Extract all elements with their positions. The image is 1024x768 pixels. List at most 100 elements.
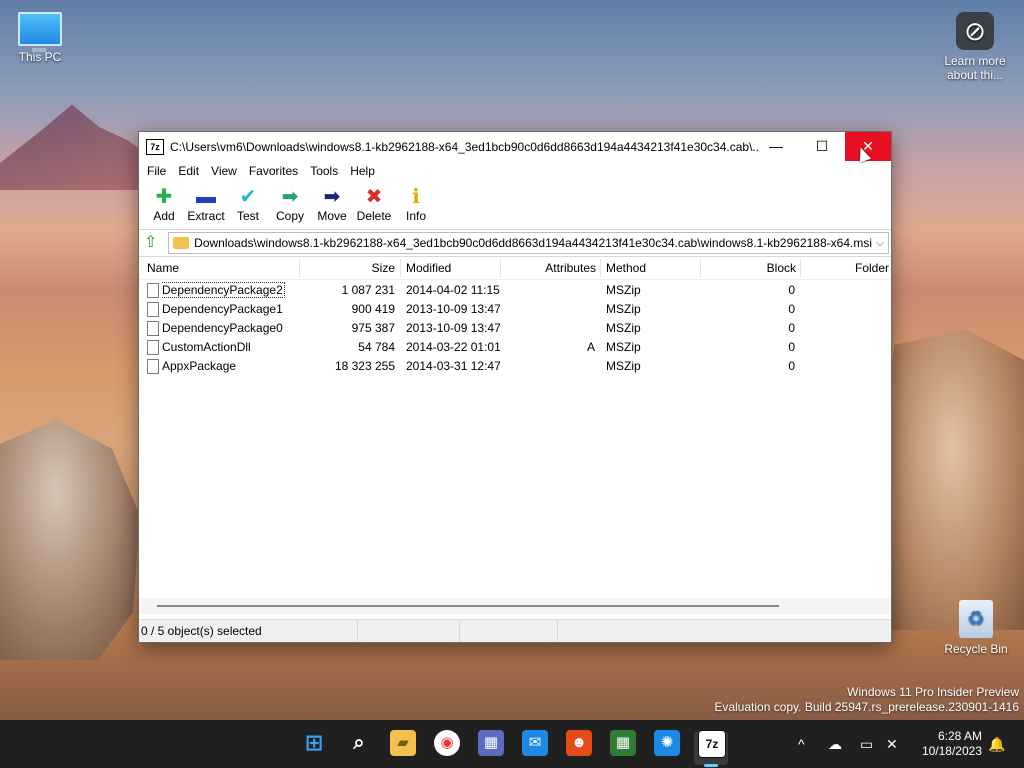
- menu-tools[interactable]: Tools: [304, 164, 344, 178]
- file-method: MSZip: [606, 359, 641, 373]
- horizontal-scrollbar[interactable]: [139, 598, 891, 614]
- desktop-icon-label: Learn more about thi...: [944, 54, 1006, 82]
- file-modified: 2013-10-09 13:47: [406, 321, 500, 335]
- toolbar: ✚ Add ▬ Extract ✔ Test ➡ Copy ➡ Move ✖ D…: [139, 181, 891, 230]
- address-bar[interactable]: C:\Users\vm6\Downloads\windows8.1-kb2962…: [168, 232, 889, 254]
- onedrive-cloud-icon[interactable]: ☁: [828, 720, 842, 768]
- start-button[interactable]: ⊞: [301, 730, 327, 756]
- taskbar-clock[interactable]: 6:28 AM 10/18/2023: [912, 729, 982, 759]
- file-icon: [147, 340, 159, 355]
- column-header-name[interactable]: Name: [147, 257, 297, 279]
- file-block: 0: [788, 359, 795, 373]
- file-name: DependencyPackage0: [162, 321, 283, 335]
- column-header-folder[interactable]: Folder: [807, 257, 889, 279]
- copy-arrow-icon: ➡: [281, 186, 299, 208]
- desktop-icon-label: This PC: [18, 50, 62, 64]
- active-app-indicator: [704, 764, 718, 767]
- column-header-method[interactable]: Method: [606, 257, 700, 279]
- info-button[interactable]: ℹ Info: [395, 181, 437, 229]
- weather-app-icon[interactable]: ✺: [654, 730, 680, 756]
- chrome-icon[interactable]: ◉: [434, 730, 460, 756]
- network-icon[interactable]: ▭: [860, 720, 873, 768]
- minimize-button[interactable]: —: [753, 132, 799, 161]
- info-icon: ℹ: [412, 186, 420, 208]
- file-modified: 2013-10-09 13:47: [406, 302, 500, 316]
- window-title: C:\Users\vm6\Downloads\windows8.1-kb2962…: [170, 139, 760, 154]
- address-row: ⇧ C:\Users\vm6\Downloads\windows8.1-kb29…: [139, 230, 891, 257]
- move-button[interactable]: ➡ Move: [311, 181, 353, 229]
- column-separator[interactable]: [700, 259, 701, 277]
- file-name: DependencyPackage2: [161, 282, 285, 298]
- column-header-modified[interactable]: Modified: [406, 257, 500, 279]
- windows-watermark: Windows 11 Pro Insider Preview Evaluatio…: [714, 685, 1019, 715]
- test-button[interactable]: ✔ Test: [227, 181, 269, 229]
- delete-x-icon: ✖: [365, 186, 383, 208]
- table-row[interactable]: AppxPackage 18 323 255 2014-03-31 12:47 …: [139, 357, 891, 376]
- desktop-icon-this-pc[interactable]: This PC: [0, 12, 80, 64]
- desktop-icon-label: Recycle Bin: [944, 642, 1008, 656]
- table-row[interactable]: DependencyPackage1 900 419 2013-10-09 13…: [139, 300, 891, 319]
- column-separator[interactable]: [400, 259, 401, 277]
- file-name: DependencyPackage1: [162, 302, 283, 316]
- file-name: AppxPackage: [162, 359, 237, 373]
- column-separator[interactable]: [500, 259, 501, 277]
- column-separator[interactable]: [800, 259, 801, 277]
- column-separator[interactable]: [600, 259, 601, 277]
- search-icon[interactable]: ⌕: [346, 730, 372, 756]
- desktop-icon-learn-more[interactable]: ⊘ Learn more about thi...: [936, 12, 1014, 82]
- column-header-size[interactable]: Size: [301, 257, 395, 279]
- menu-help[interactable]: Help: [344, 164, 381, 178]
- table-row[interactable]: DependencyPackage0 975 387 2013-10-09 13…: [139, 319, 891, 338]
- file-explorer-icon[interactable]: ▰: [390, 730, 416, 756]
- tray-chevron-up-icon[interactable]: ^: [798, 720, 805, 768]
- extract-button[interactable]: ▬ Extract: [185, 181, 227, 229]
- file-modified: 2014-04-02 11:15: [406, 283, 500, 297]
- add-button-label: Add: [153, 209, 175, 223]
- menu-file[interactable]: File: [141, 164, 172, 178]
- move-button-label: Move: [317, 209, 347, 223]
- table-row[interactable]: CustomActionDll 54 784 2014-03-22 01:01 …: [139, 338, 891, 357]
- address-text[interactable]: C:\Users\vm6\Downloads\windows8.1-kb2962…: [195, 236, 872, 250]
- file-method: MSZip: [606, 340, 641, 354]
- maximize-button[interactable]: ☐: [799, 132, 845, 161]
- delete-button[interactable]: ✖ Delete: [353, 181, 395, 229]
- calculator-app-icon[interactable]: ▦: [610, 730, 636, 756]
- info-button-label: Info: [405, 209, 426, 223]
- add-button[interactable]: ✚ Add: [143, 181, 185, 229]
- file-size: 54 784: [358, 340, 395, 354]
- column-header-block[interactable]: Block: [702, 257, 796, 279]
- column-header-row: Name Size Modified Attributes Method Blo…: [139, 257, 891, 280]
- file-block: 0: [788, 283, 795, 297]
- copy-button[interactable]: ➡ Copy: [269, 181, 311, 229]
- menu-edit[interactable]: Edit: [172, 164, 205, 178]
- watermark-line1: Windows 11 Pro Insider Preview: [847, 685, 1019, 699]
- mail-app-icon[interactable]: ✉: [522, 730, 548, 756]
- notification-bell-icon[interactable]: 🔔: [988, 720, 1005, 768]
- column-header-attributes[interactable]: Attributes: [502, 257, 596, 279]
- table-row[interactable]: DependencyPackage2 1 087 231 2014-04-02 …: [139, 281, 891, 300]
- 7zip-taskbar-icon[interactable]: 7z: [698, 730, 726, 758]
- up-folder-icon[interactable]: ⇧: [144, 235, 160, 251]
- minus-icon: ▬: [196, 186, 216, 208]
- folder-icon: [173, 237, 189, 249]
- scrollbar-thumb[interactable]: [157, 605, 779, 607]
- status-selection-text: 0 / 5 object(s) selected: [139, 620, 358, 642]
- file-attributes: [502, 281, 595, 300]
- file-method: MSZip: [606, 321, 641, 335]
- chevron-down-icon[interactable]: ⌵: [872, 238, 888, 249]
- file-block: 0: [788, 340, 795, 354]
- file-modified: 2014-03-22 01:01: [406, 340, 500, 354]
- volume-muted-icon[interactable]: ✕: [886, 720, 898, 768]
- file-name: CustomActionDll: [162, 340, 251, 354]
- file-icon: [147, 302, 159, 317]
- file-method: MSZip: [606, 302, 641, 316]
- desktop-icon-recycle-bin[interactable]: ♻ Recycle Bin: [936, 600, 1016, 656]
- 7zip-app-icon: 7z: [146, 138, 164, 155]
- column-separator[interactable]: [299, 259, 300, 277]
- title-bar[interactable]: 7z C:\Users\vm6\Downloads\windows8.1-kb2…: [139, 132, 891, 161]
- calendar-app-icon[interactable]: ▦: [478, 730, 504, 756]
- people-app-icon[interactable]: ☻: [566, 730, 592, 756]
- menu-favorites[interactable]: Favorites: [243, 164, 304, 178]
- menu-view[interactable]: View: [205, 164, 243, 178]
- desktop-wallpaper-rock: [0, 420, 140, 660]
